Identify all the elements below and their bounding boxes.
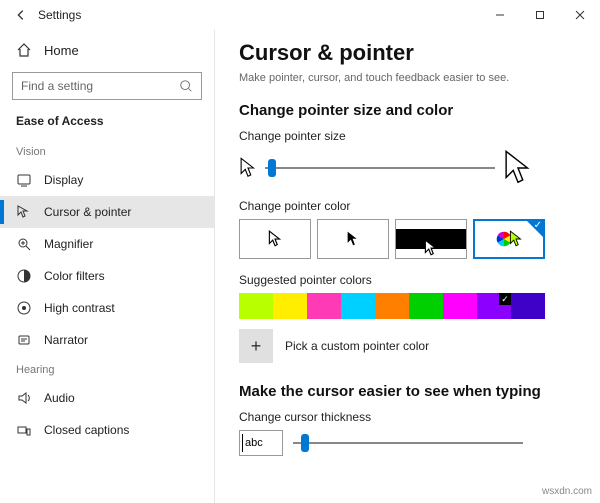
nav-icon: [16, 172, 32, 188]
arrow-left-icon: [14, 8, 28, 22]
back-button[interactable]: [6, 0, 36, 30]
minimize-button[interactable]: [480, 0, 520, 30]
close-button[interactable]: [560, 0, 600, 30]
pointer-color-options: ✓: [239, 219, 576, 259]
sidebar-item-color-filters[interactable]: Color filters: [0, 260, 214, 292]
color-swatch[interactable]: [273, 293, 307, 319]
nav-label: Magnifier: [44, 237, 93, 251]
sidebar-item-narrator[interactable]: Narrator: [0, 324, 214, 356]
section-size-color: Change pointer size and color: [239, 102, 576, 119]
maximize-icon: [535, 10, 545, 20]
cursor-white-icon: [268, 230, 282, 248]
color-swatch[interactable]: [477, 293, 511, 319]
pointer-color-inverted[interactable]: [395, 219, 467, 259]
search-box[interactable]: [12, 72, 202, 100]
label-pick-custom: Pick a custom pointer color: [285, 339, 429, 353]
home-label: Home: [44, 43, 79, 58]
nav-icon: [16, 300, 32, 316]
content-pane: Cursor & pointer Make pointer, cursor, a…: [215, 30, 600, 503]
label-cursor-thickness: Change cursor thickness: [239, 410, 576, 424]
sidebar-item-cursor-pointer[interactable]: Cursor & pointer: [0, 196, 214, 228]
color-swatch[interactable]: [307, 293, 341, 319]
cursor-preview: abc: [239, 430, 283, 456]
color-swatch[interactable]: [409, 293, 443, 319]
watermark: wsxdn.com: [542, 486, 592, 497]
category-label: Ease of Access: [0, 110, 214, 138]
nav-label: Closed captions: [44, 423, 129, 437]
cursor-thickness-row: abc: [239, 430, 576, 456]
cursor-large-icon: [503, 149, 533, 187]
group-hearing-label: Hearing: [0, 356, 214, 382]
pointer-color-white[interactable]: [239, 219, 311, 259]
color-swatch[interactable]: [511, 293, 545, 319]
nav-icon: [16, 204, 32, 220]
maximize-button[interactable]: [520, 0, 560, 30]
home-link[interactable]: Home: [0, 36, 214, 64]
nav-label: Cursor & pointer: [44, 205, 131, 219]
nav-label: Display: [44, 173, 83, 187]
cursor-black-icon: [346, 230, 360, 248]
cursor-colored-icon: [509, 230, 523, 248]
cursor-small-icon: [239, 157, 257, 179]
label-pointer-size: Change pointer size: [239, 129, 576, 143]
home-icon: [16, 42, 32, 58]
color-swatch[interactable]: [239, 293, 273, 319]
search-input[interactable]: [21, 79, 179, 93]
nav-label: High contrast: [44, 301, 115, 315]
nav-label: Color filters: [44, 269, 105, 283]
cursor-inverted-icon: [424, 239, 438, 257]
pointer-color-custom[interactable]: ✓: [473, 219, 545, 259]
color-swatch[interactable]: [443, 293, 477, 319]
titlebar: Settings: [0, 0, 600, 30]
cursor-preview-text: abc: [245, 437, 263, 449]
nav-label: Narrator: [44, 333, 88, 347]
search-icon: [179, 79, 193, 93]
label-suggested-colors: Suggested pointer colors: [239, 273, 576, 287]
add-custom-color-button[interactable]: +: [239, 329, 273, 363]
sidebar-item-magnifier[interactable]: Magnifier: [0, 228, 214, 260]
page-title: Cursor & pointer: [239, 40, 576, 66]
plus-icon: +: [251, 336, 262, 357]
nav-icon: [16, 390, 32, 406]
sidebar-item-display[interactable]: Display: [0, 164, 214, 196]
window-controls: [480, 0, 600, 30]
window-title: Settings: [38, 8, 81, 22]
pointer-size-slider[interactable]: [265, 158, 495, 178]
label-pointer-color: Change pointer color: [239, 199, 576, 213]
nav-label: Audio: [44, 391, 75, 405]
sidebar-item-closed-captions[interactable]: Closed captions: [0, 414, 214, 446]
suggested-colors-row: [239, 293, 576, 319]
group-vision-label: Vision: [0, 138, 214, 164]
nav-icon: [16, 268, 32, 284]
cursor-thickness-slider[interactable]: [293, 433, 523, 453]
nav-icon: [16, 236, 32, 252]
section-cursor: Make the cursor easier to see when typin…: [239, 383, 576, 400]
color-swatch[interactable]: [341, 293, 375, 319]
check-icon: ✓: [534, 220, 542, 231]
pointer-color-black[interactable]: [317, 219, 389, 259]
sidebar-item-high-contrast[interactable]: High contrast: [0, 292, 214, 324]
close-icon: [575, 10, 585, 20]
minimize-icon: [495, 10, 505, 20]
page-subtitle: Make pointer, cursor, and touch feedback…: [239, 72, 576, 84]
sidebar: Home Ease of Access Vision Display Cursor…: [0, 30, 215, 503]
nav-icon: [16, 332, 32, 348]
custom-color-row: + Pick a custom pointer color: [239, 329, 576, 363]
sidebar-item-audio[interactable]: Audio: [0, 382, 214, 414]
color-swatch[interactable]: [375, 293, 409, 319]
nav-icon: [16, 422, 32, 438]
pointer-size-row: [239, 149, 576, 187]
